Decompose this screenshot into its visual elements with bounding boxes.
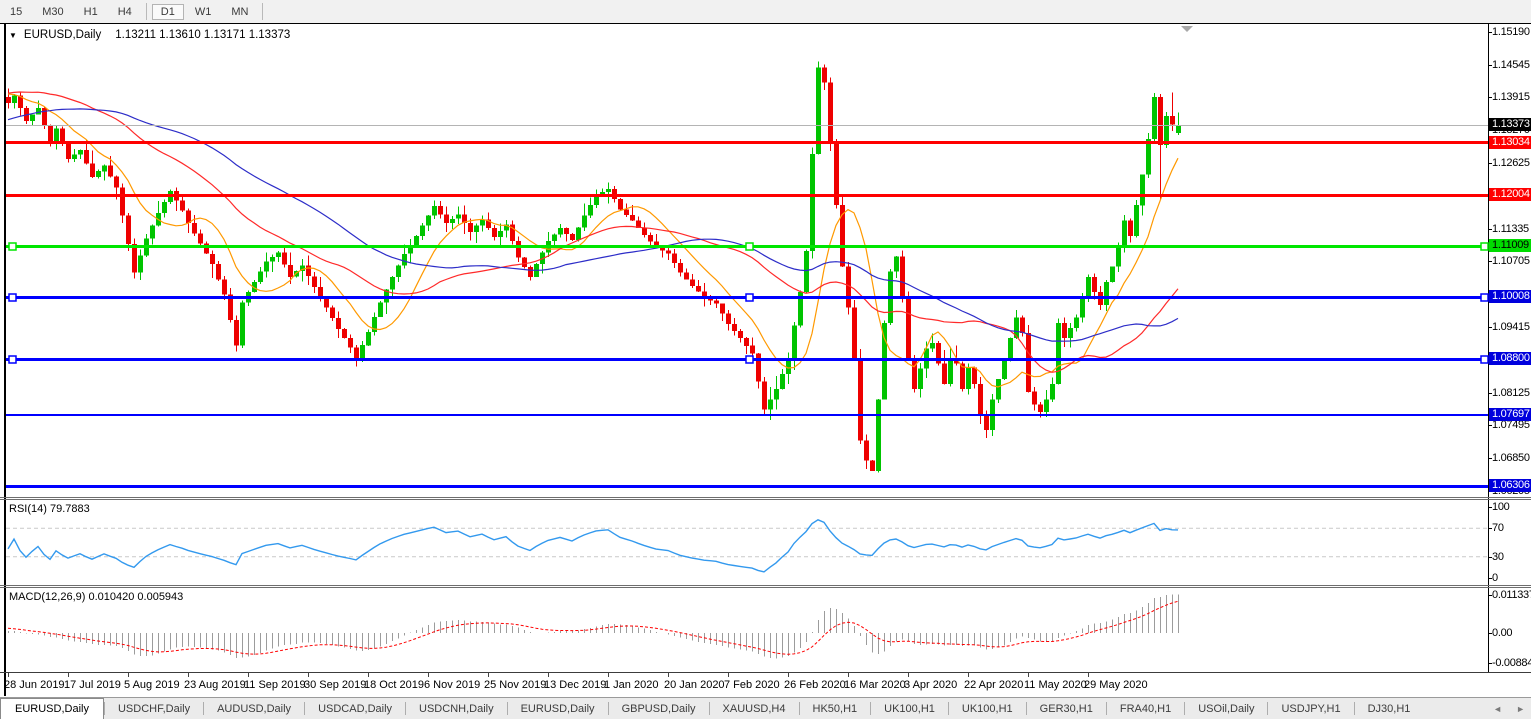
rsi-label: RSI(14) 79.7883 — [9, 503, 90, 515]
hline-handle-1.10008-1[interactable] — [746, 294, 753, 301]
chart-shift-marker-icon[interactable] — [1181, 26, 1193, 32]
hline-handle-1.10008-2[interactable] — [1481, 294, 1488, 301]
rsi-line — [8, 520, 1178, 572]
tab-audusd-daily[interactable]: AUDUSD,Daily — [204, 698, 304, 719]
bull-candle-wicks — [15, 62, 1179, 473]
price-axis-label: 1.06850 — [1492, 452, 1531, 465]
chart-dropdown-icon[interactable]: ▼ — [9, 31, 17, 40]
tab-uk100-h1[interactable]: UK100,H1 — [871, 698, 948, 719]
tab-usdcnh-daily[interactable]: USDCNH,Daily — [406, 698, 507, 719]
hline-handle-1.11009-2[interactable] — [1481, 243, 1488, 250]
tab-usdchf-daily[interactable]: USDCHF,Daily — [105, 698, 203, 719]
price-axis-label: 1.09415 — [1492, 321, 1531, 334]
tab-fra40-h1[interactable]: FRA40,H1 — [1107, 698, 1184, 719]
tab-eurusd-daily[interactable]: EURUSD,Daily — [0, 698, 104, 719]
chart-symbol-label: EURUSD,Daily — [24, 29, 101, 41]
tab-uk100-h1[interactable]: UK100,H1 — [949, 698, 1026, 719]
time-axis-ticks — [9, 673, 1089, 677]
price-badge-1.06306: 1.06306 — [1489, 479, 1531, 492]
price-axis-label: 1.12625 — [1492, 157, 1531, 170]
tab-ger30-h1[interactable]: GER30,H1 — [1027, 698, 1106, 719]
tab-xauusd-h4[interactable]: XAUUSD,H4 — [710, 698, 799, 719]
chart-canvas[interactable] — [0, 0, 1531, 719]
chart-ohlc-values: 1.13211 1.13610 1.13171 1.13373 — [115, 29, 290, 41]
rsi-axis-label: 70 — [1492, 522, 1531, 535]
date-label: 16 Mar 2020 — [844, 679, 906, 691]
hline-1.06306[interactable] — [6, 485, 1488, 488]
date-label: 1 Jan 2020 — [604, 679, 658, 691]
date-label: 11 May 2020 — [1024, 679, 1087, 691]
date-label: 6 Nov 2019 — [424, 679, 480, 691]
date-label: 28 Jun 2019 — [4, 679, 65, 691]
tab-scroll-left-icon[interactable]: ◄ — [1493, 704, 1502, 714]
macd-axis-label: -0.008848 — [1492, 657, 1531, 670]
date-label: 20 Jan 2020 — [664, 679, 725, 691]
date-label: 5 Aug 2019 — [124, 679, 180, 691]
date-label: 29 May 2020 — [1084, 679, 1148, 691]
rsi-axis-label: 100 — [1492, 501, 1531, 514]
price-badge-1.07697: 1.07697 — [1489, 408, 1531, 421]
price-axis-label: 1.14545 — [1492, 59, 1531, 72]
tab-gbpusd-daily[interactable]: GBPUSD,Daily — [609, 698, 709, 719]
hline-handle-1.08800-2[interactable] — [1481, 356, 1488, 363]
macd-axis-label: 0.00 — [1492, 627, 1531, 640]
price-badge-1.10008: 1.10008 — [1489, 290, 1531, 303]
price-axis-label: 1.15190 — [1492, 26, 1531, 39]
tab-usdjpy-h1[interactable]: USDJPY,H1 — [1268, 698, 1353, 719]
date-label: 26 Feb 2020 — [784, 679, 846, 691]
price-axis-label: 1.08125 — [1492, 387, 1531, 400]
bear-candle-bodies — [6, 67, 1175, 471]
hline-1.12004[interactable] — [6, 194, 1488, 197]
macd-signal-line — [8, 601, 1178, 654]
current-price-badge: 1.13373 — [1489, 118, 1531, 131]
macd-label: MACD(12,26,9) 0.010420 0.005943 — [9, 591, 183, 603]
tab-usoil-daily[interactable]: USOil,Daily — [1185, 698, 1267, 719]
date-label: 22 Apr 2020 — [964, 679, 1023, 691]
date-label: 25 Nov 2019 — [484, 679, 546, 691]
chart-title: ▼ EURUSD,Daily 1.13211 1.13610 1.13171 1… — [9, 29, 290, 41]
hline-1.13034[interactable] — [6, 141, 1488, 144]
bull-candle-bodies — [12, 67, 1181, 471]
date-label: 13 Dec 2019 — [544, 679, 606, 691]
rsi-axis-label: 30 — [1492, 551, 1531, 564]
macd-histogram — [9, 594, 1179, 658]
price-axis-label: 1.13915 — [1492, 91, 1531, 104]
price-axis-label: 1.10705 — [1492, 255, 1531, 268]
tab-eurusd-daily[interactable]: EURUSD,Daily — [508, 698, 608, 719]
date-label: 11 Sep 2019 — [244, 679, 306, 691]
hline-handle-1.11009-0[interactable] — [9, 243, 16, 250]
tab-usdcad-daily[interactable]: USDCAD,Daily — [305, 698, 405, 719]
tab-hk50-h1[interactable]: HK50,H1 — [800, 698, 871, 719]
macd-axis-label: 0.011337 — [1492, 589, 1531, 602]
date-label: 23 Aug 2019 — [184, 679, 246, 691]
hline-handle-1.10008-0[interactable] — [9, 294, 16, 301]
price-badge-1.13034: 1.13034 — [1489, 136, 1531, 149]
symbol-tab-bar: EURUSD,DailyUSDCHF,DailyAUDUSD,DailyUSDC… — [0, 697, 1531, 719]
date-label: 3 Apr 2020 — [904, 679, 957, 691]
tab-dj30-h1[interactable]: DJ30,H1 — [1355, 698, 1424, 719]
price-badge-1.08800: 1.08800 — [1489, 352, 1531, 365]
hline-handle-1.11009-1[interactable] — [746, 243, 753, 250]
tab-scroll-arrows: ◄ ► — [1493, 698, 1525, 719]
hline-handle-1.08800-0[interactable] — [9, 356, 16, 363]
hline-1.07697[interactable] — [6, 414, 1488, 416]
moving-average-10 — [8, 94, 1178, 387]
date-label: 7 Feb 2020 — [724, 679, 780, 691]
rsi-axis-label: 0 — [1492, 572, 1531, 585]
date-label: 30 Sep 2019 — [304, 679, 366, 691]
application-window: 15M30H1H4D1W1MN ▼ EURUSD,Daily 1.13211 1… — [0, 0, 1531, 719]
price-badge-1.11009: 1.11009 — [1489, 239, 1531, 252]
date-label: 17 Jul 2019 — [64, 679, 121, 691]
hline-handle-1.08800-1[interactable] — [746, 356, 753, 363]
price-badge-1.12004: 1.12004 — [1489, 188, 1531, 201]
price-axis-label: 1.11335 — [1492, 223, 1531, 236]
tab-scroll-right-icon[interactable]: ► — [1516, 704, 1525, 714]
date-label: 18 Oct 2019 — [364, 679, 424, 691]
